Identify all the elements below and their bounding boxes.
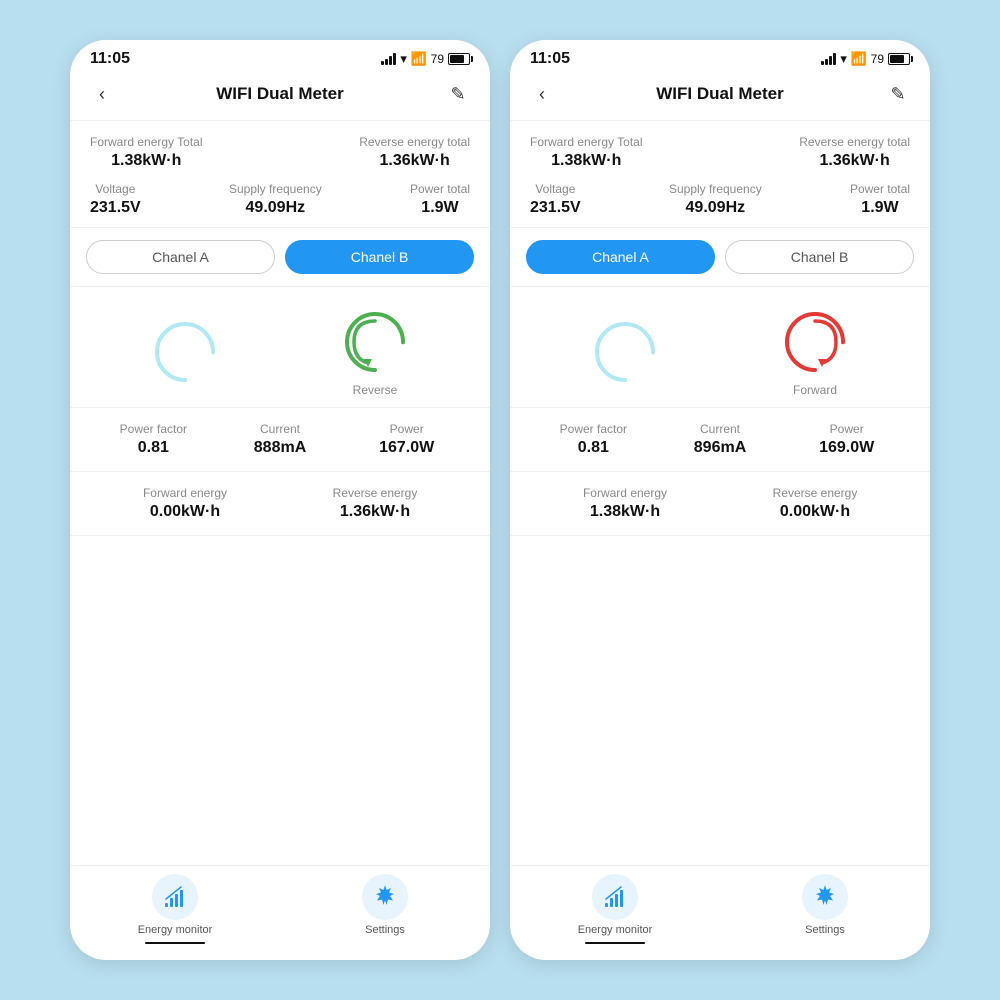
energy-monitor-nav-right[interactable]: Energy monitor [510, 874, 720, 945]
status-icons-left: ▾ 📶 79 [381, 51, 470, 67]
settings-label-left: Settings [365, 924, 405, 936]
channel-tabs-right: Chanel A Chanel B [510, 228, 930, 287]
power-factor-right: Power factor 0.81 [530, 422, 657, 457]
stats-main-left: Power factor 0.81 Current 888mA Power 16… [70, 408, 490, 472]
power-total-left: Power total 1.9W [410, 182, 470, 217]
nav-underline-right [585, 942, 645, 945]
battery-label-left: 79 [431, 52, 444, 66]
reverse-energy-right: Reverse energy 0.00kW·h [720, 486, 910, 521]
bottom-nav-right: Energy monitor Settings [510, 865, 930, 961]
gauge-left-right [590, 317, 660, 387]
forward-energy-right: Forward energy 1.38kW·h [530, 486, 720, 521]
energy-monitor-icon-right [592, 874, 638, 920]
gauge-left-left [150, 317, 220, 387]
status-icons-right: ▾ 📶 79 [821, 51, 910, 67]
content-left: Forward energy Total 1.38kW·h Reverse en… [70, 121, 490, 865]
settings-nav-left[interactable]: Settings [280, 874, 490, 945]
battery-label-right: 79 [871, 52, 884, 66]
tab-channel-b-right[interactable]: Chanel B [725, 240, 914, 274]
stats-energy-right: Forward energy 1.38kW·h Reverse energy 0… [510, 472, 930, 536]
gauge-empty-left [150, 317, 220, 387]
phone-left: 11:05 ▾ 📶 79 ‹ WIFI Dual Meter ✎ Forward… [70, 40, 490, 960]
energy-monitor-label-right: Energy monitor [578, 924, 653, 936]
gauge-direction-label-right: Forward [793, 383, 837, 397]
back-button-left[interactable]: ‹ [86, 78, 118, 110]
page-title-left: WIFI Dual Meter [216, 84, 344, 104]
tab-channel-b-left[interactable]: Chanel B [285, 240, 474, 274]
gauge-forward-right [780, 307, 850, 377]
status-bar-right: 11:05 ▾ 📶 79 [510, 40, 930, 74]
settings-icon-left [362, 874, 408, 920]
status-bar-left: 11:05 ▾ 📶 79 [70, 40, 490, 74]
content-right: Forward energy Total 1.38kW·h Reverse en… [510, 121, 930, 865]
energy-monitor-nav-left[interactable]: Energy monitor [70, 874, 280, 945]
nav-underline-left [145, 942, 205, 945]
current-right: Current 896mA [657, 422, 784, 457]
freq-right: Supply frequency 49.09Hz [669, 182, 762, 217]
forward-energy-total-left: Forward energy Total 1.38kW·h [90, 135, 203, 170]
gauge-section-right: Forward [510, 287, 930, 408]
page-title-right: WIFI Dual Meter [656, 84, 784, 104]
wifi-icon-right: ▾ 📶 [840, 51, 866, 67]
reverse-energy-total-right: Reverse energy total 1.36kW·h [799, 135, 910, 170]
settings-label-right: Settings [805, 924, 845, 936]
back-button-right[interactable]: ‹ [526, 78, 558, 110]
freq-left: Supply frequency 49.09Hz [229, 182, 322, 217]
bottom-nav-left: Energy monitor Settings [70, 865, 490, 961]
channel-tabs-left: Chanel A Chanel B [70, 228, 490, 287]
stats-main-right: Power factor 0.81 Current 896mA Power 16… [510, 408, 930, 472]
voltage-left: Voltage 231.5V [90, 182, 141, 217]
battery-icon-left [448, 53, 470, 65]
edit-button-left[interactable]: ✎ [442, 78, 474, 110]
time-left: 11:05 [90, 50, 130, 68]
energy-monitor-icon-left [152, 874, 198, 920]
top-metrics-right: Forward energy Total 1.38kW·h Reverse en… [510, 121, 930, 228]
gauge-right-right: Forward [780, 307, 850, 397]
wifi-icon-left: ▾ 📶 [400, 51, 426, 67]
power-left: Power 167.0W [343, 422, 470, 457]
settings-nav-right[interactable]: Settings [720, 874, 930, 945]
reverse-energy-total-left: Reverse energy total 1.36kW·h [359, 135, 470, 170]
gauge-reverse-left [340, 307, 410, 377]
current-left: Current 888mA [217, 422, 344, 457]
forward-energy-total-right: Forward energy Total 1.38kW·h [530, 135, 643, 170]
gauge-empty-right [590, 317, 660, 387]
settings-icon-right [802, 874, 848, 920]
gauge-direction-label-left: Reverse [353, 383, 398, 397]
power-right: Power 169.0W [783, 422, 910, 457]
energy-monitor-label-left: Energy monitor [138, 924, 213, 936]
signal-icon-left [381, 53, 396, 65]
gauge-section-left: Reverse [70, 287, 490, 408]
forward-energy-left: Forward energy 0.00kW·h [90, 486, 280, 521]
tab-channel-a-right[interactable]: Chanel A [526, 240, 715, 274]
stats-energy-left: Forward energy 0.00kW·h Reverse energy 1… [70, 472, 490, 536]
nav-bar-left: ‹ WIFI Dual Meter ✎ [70, 74, 490, 121]
power-total-right: Power total 1.9W [850, 182, 910, 217]
phone-right: 11:05 ▾ 📶 79 ‹ WIFI Dual Meter ✎ Forward… [510, 40, 930, 960]
nav-bar-right: ‹ WIFI Dual Meter ✎ [510, 74, 930, 121]
signal-icon-right [821, 53, 836, 65]
top-metrics-left: Forward energy Total 1.38kW·h Reverse en… [70, 121, 490, 228]
reverse-energy-left: Reverse energy 1.36kW·h [280, 486, 470, 521]
edit-button-right[interactable]: ✎ [882, 78, 914, 110]
time-right: 11:05 [530, 50, 570, 68]
battery-icon-right [888, 53, 910, 65]
tab-channel-a-left[interactable]: Chanel A [86, 240, 275, 274]
voltage-right: Voltage 231.5V [530, 182, 581, 217]
power-factor-left: Power factor 0.81 [90, 422, 217, 457]
gauge-right-left: Reverse [340, 307, 410, 397]
